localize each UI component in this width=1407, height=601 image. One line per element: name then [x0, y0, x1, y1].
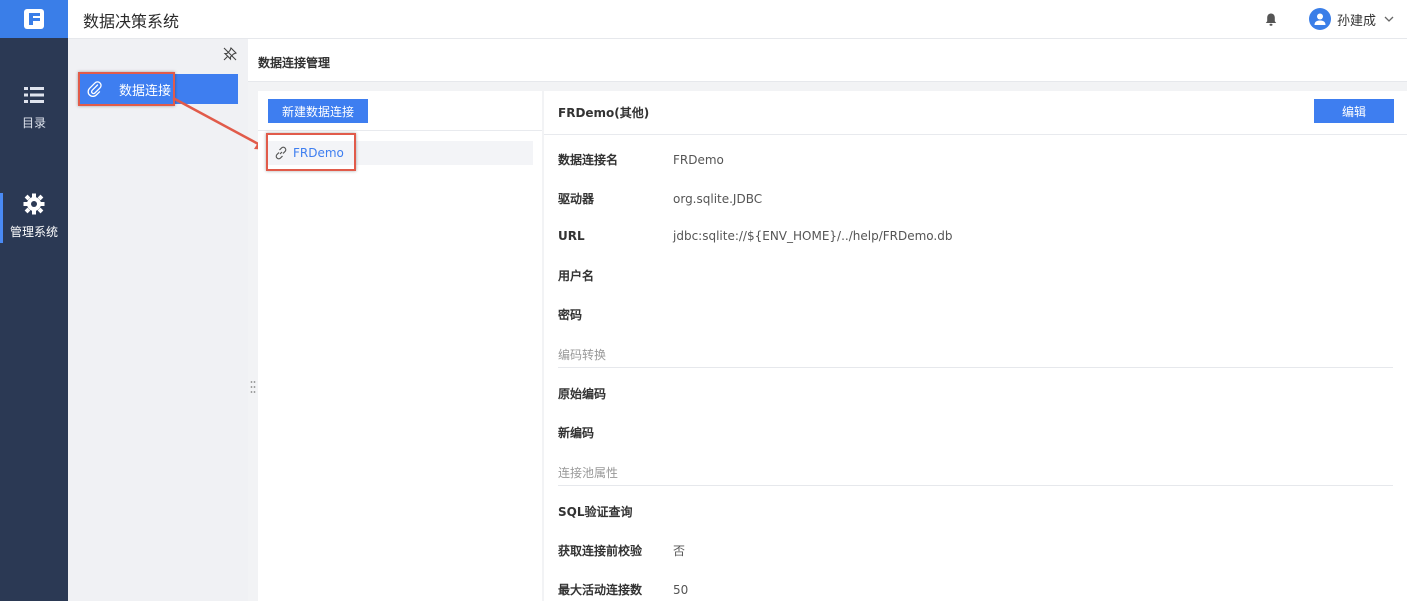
rail-item-label: 目录 — [21, 116, 46, 130]
menu-item-label: 数据连接 — [119, 83, 172, 99]
detail-title: FRDemo(其他) — [558, 106, 650, 120]
field-label: 密码 — [558, 308, 583, 322]
field-value: jdbc:sqlite://${ENV_HOME}/../help/FRDemo… — [673, 229, 953, 243]
top-header: 数据决策系统 孙建成 — [68, 0, 1407, 39]
field-connection-name: 数据连接名 FRDemo — [558, 151, 724, 168]
field-label: 最大活动连接数 — [558, 583, 643, 597]
app-logo[interactable] — [0, 0, 68, 38]
field-value: FRDemo — [673, 152, 724, 167]
field-value: 50 — [673, 582, 689, 597]
unpin-icon[interactable] — [223, 47, 237, 61]
section-encoding: 编码转换 — [558, 346, 1393, 368]
field-label: 用户名 — [558, 269, 595, 283]
resize-handle-icon[interactable] — [250, 380, 256, 394]
bell-icon[interactable] — [1265, 13, 1277, 26]
field-max-active: 最大活动连接数 50 — [558, 581, 688, 598]
field-username: 用户名 — [558, 267, 673, 284]
divider — [258, 130, 542, 131]
user-avatar-icon — [1309, 8, 1331, 30]
list-item-label: FRDemo — [293, 146, 344, 160]
paperclip-icon — [87, 81, 102, 97]
field-label: URL — [558, 229, 585, 243]
field-value: 否 — [673, 544, 686, 558]
field-new-encoding: 新编码 — [558, 424, 673, 441]
list-icon — [24, 87, 44, 103]
user-name: 孙建成 — [1337, 13, 1377, 29]
field-label: 原始编码 — [558, 387, 607, 401]
page-title: 数据连接管理 — [258, 56, 331, 70]
field-label: 数据连接名 — [558, 153, 619, 167]
rail-item-label: 管理系统 — [9, 225, 58, 239]
field-original-encoding: 原始编码 — [558, 385, 673, 402]
gear-icon — [23, 193, 45, 215]
menu-item-data-connection[interactable]: 数据连接 — [78, 74, 238, 104]
secondary-menu: 数据连接 — [68, 39, 248, 601]
field-driver: 驱动器 org.sqlite.JDBC — [558, 190, 762, 207]
chevron-down-icon — [1384, 16, 1394, 22]
nav-rail: 目录 管理系统 — [0, 0, 68, 601]
field-label: 新编码 — [558, 426, 595, 440]
logo-mark-icon — [24, 9, 44, 29]
field-value: org.sqlite.JDBC — [673, 191, 763, 206]
field-sql-validation: SQL验证查询 — [558, 503, 673, 520]
new-connection-button[interactable]: 新建数据连接 — [268, 99, 368, 123]
connection-detail-panel: FRDemo(其他) 编辑 数据连接名 FRDemo 驱动器 org.sqlit… — [544, 91, 1407, 601]
edit-button[interactable]: 编辑 — [1314, 99, 1394, 123]
field-label: 驱动器 — [558, 192, 595, 206]
field-test-before-borrow: 获取连接前校验 否 — [558, 542, 685, 559]
field-label: SQL验证查询 — [558, 505, 633, 519]
page-header: 数据连接管理 — [248, 39, 1407, 82]
rail-item-catalog[interactable]: 目录 — [0, 84, 68, 131]
divider — [544, 134, 1407, 135]
list-item-frdemo[interactable]: FRDemo — [268, 141, 533, 165]
field-url: URL jdbc:sqlite://${ENV_HOME}/../help/FR… — [558, 229, 952, 243]
connection-list-panel: 新建数据连接 FRDemo — [258, 91, 542, 601]
app-title: 数据决策系统 — [83, 12, 180, 31]
field-label: 获取连接前校验 — [558, 544, 643, 558]
link-icon — [275, 146, 287, 160]
user-menu[interactable]: 孙建成 — [1309, 8, 1394, 30]
rail-item-admin[interactable]: 管理系统 — [0, 193, 68, 240]
field-password: 密码 — [558, 306, 673, 323]
section-connection-pool: 连接池属性 — [558, 464, 1393, 486]
